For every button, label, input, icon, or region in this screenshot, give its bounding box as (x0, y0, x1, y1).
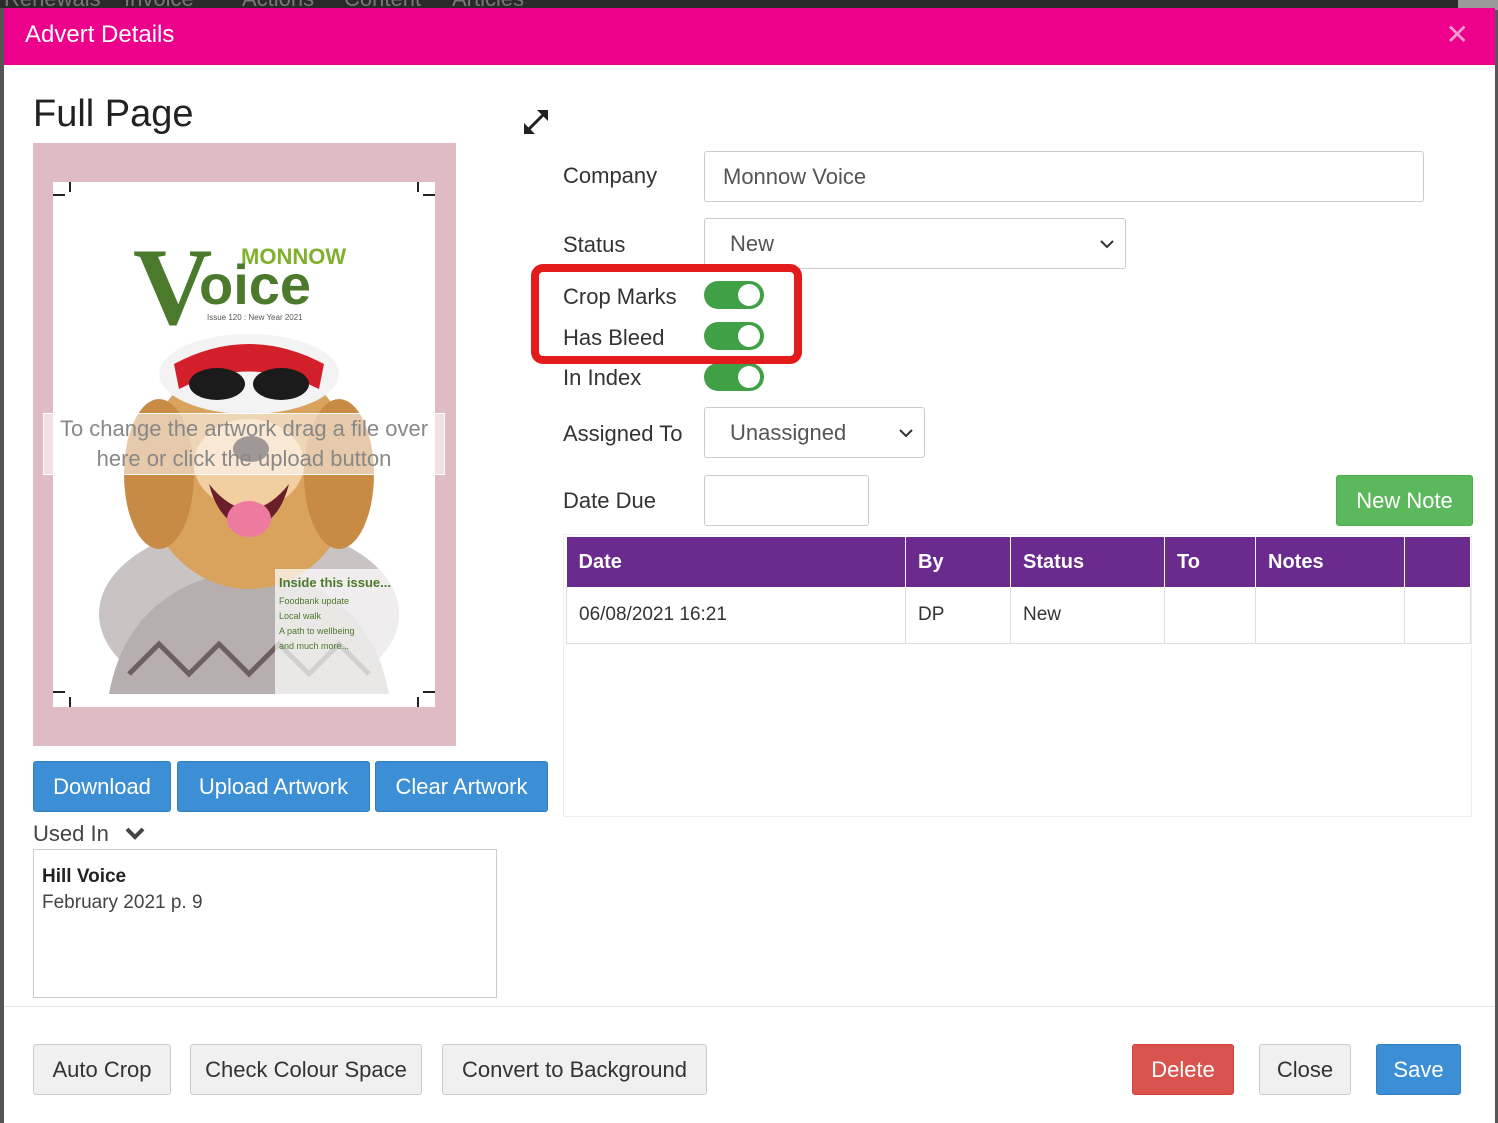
cell-notes (1255, 587, 1405, 644)
column-header-notes[interactable]: Notes (1255, 537, 1405, 587)
column-header-by[interactable]: By (905, 537, 1011, 587)
in-index-label: In Index (563, 365, 642, 390)
used-in-header[interactable]: Used In (33, 821, 145, 847)
save-button[interactable]: Save (1376, 1044, 1461, 1095)
assigned-to-select[interactable]: Unassigned (704, 407, 925, 458)
chevron-down-icon (1100, 239, 1114, 248)
bg-nav-item: Invoice (124, 0, 194, 8)
used-in-label: Used In (33, 821, 109, 846)
date-due-label: Date Due (563, 488, 656, 513)
used-in-list: Hill Voice February 2021 p. 9 (33, 849, 497, 998)
upload-artwork-button[interactable]: Upload Artwork (177, 761, 370, 812)
company-label: Company (563, 163, 658, 188)
footer-divider (4, 1006, 1495, 1007)
annotation-highlight-box (531, 264, 802, 364)
artwork-drop-hint: To change the artwork drag a file over h… (43, 413, 445, 475)
cell-status: New (1010, 587, 1165, 644)
table-row[interactable]: 06/08/2021 16:21 DP New (566, 587, 1471, 644)
clear-artwork-button[interactable]: Clear Artwork (375, 761, 548, 812)
column-header-to[interactable]: To (1164, 537, 1256, 587)
crop-mark (417, 697, 419, 707)
in-index-toggle[interactable] (704, 363, 764, 391)
chevron-down-icon[interactable] (125, 827, 145, 841)
modal-header: Advert Details ✕ (4, 8, 1495, 65)
auto-crop-button[interactable]: Auto Crop (33, 1044, 171, 1095)
cover-inside-title: Inside this issue... (279, 575, 391, 590)
assigned-to-value: Unassigned (730, 419, 847, 445)
status-select-value: New (730, 230, 775, 256)
delete-button[interactable]: Delete (1132, 1044, 1234, 1095)
status-select[interactable]: New (704, 218, 1126, 269)
cell-to (1164, 587, 1256, 644)
cover-inside-item: Foodbank update (279, 596, 349, 606)
column-header-date[interactable]: Date (566, 537, 906, 587)
crop-mark (423, 691, 435, 693)
bg-nav-item: Actions (242, 0, 314, 8)
cell-date: 06/08/2021 16:21 (566, 587, 906, 644)
bg-nav-item: Articles (452, 0, 524, 8)
close-icon[interactable]: ✕ (1446, 18, 1469, 51)
cover-inside-item: A path to wellbeing (279, 626, 355, 636)
assigned-to-label: Assigned To (563, 421, 683, 446)
cell-by: DP (905, 587, 1011, 644)
cover-inside-item: Local walk (279, 611, 322, 621)
new-note-button[interactable]: New Note (1336, 475, 1473, 526)
artwork-preview[interactable]: V MONNOW oice Issue 120 : New Year 2021 (33, 143, 456, 746)
crop-mark (53, 691, 65, 693)
column-header-status[interactable]: Status (1010, 537, 1165, 587)
status-label: Status (563, 232, 626, 257)
page-title: Full Page (33, 93, 194, 135)
date-due-field[interactable] (704, 475, 869, 526)
notes-table: Date By Status To Notes 06/08/2021 16:21… (566, 537, 1471, 644)
notes-header-row: Date By Status To Notes (566, 537, 1471, 587)
cover-masthead-big: oice (199, 253, 311, 316)
crop-mark (423, 194, 435, 196)
crop-mark (53, 194, 65, 196)
used-in-item-title[interactable]: Hill Voice (42, 866, 488, 888)
download-button[interactable]: Download (33, 761, 171, 812)
used-in-item-detail: February 2021 p. 9 (42, 892, 203, 913)
modal-title: Advert Details (25, 21, 175, 48)
cell-actions (1404, 587, 1471, 644)
toggle-knob (738, 366, 760, 388)
cover-inside-item: and much more... (279, 641, 349, 651)
convert-to-background-button[interactable]: Convert to Background (442, 1044, 707, 1095)
crop-mark (69, 697, 71, 707)
column-header-actions (1404, 537, 1471, 587)
bg-nav-item: Renewals (4, 0, 101, 8)
notes-panel: Date By Status To Notes 06/08/2021 16:21… (563, 534, 1472, 817)
background-nav: Renewals Invoice Actions Content Article… (0, 0, 1498, 8)
company-field[interactable]: Monnow Voice (704, 151, 1424, 202)
chevron-down-icon (899, 428, 913, 437)
check-colour-space-button[interactable]: Check Colour Space (190, 1044, 422, 1095)
cover-issue: Issue 120 : New Year 2021 (207, 313, 303, 322)
bg-nav-item: Content (344, 0, 421, 8)
advert-details-modal: Advert Details ✕ Full Page V MONNOW oice… (4, 8, 1495, 1123)
close-button[interactable]: Close (1259, 1044, 1351, 1095)
expand-arrows-icon[interactable] (522, 108, 550, 136)
crop-mark (417, 182, 419, 192)
crop-mark (69, 182, 71, 192)
